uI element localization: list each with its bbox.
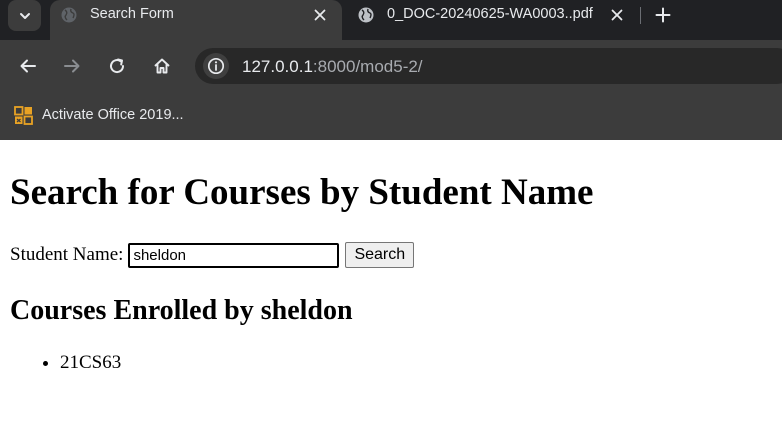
- tab-divider: [640, 7, 641, 24]
- bookmark-label: Activate Office 2019...: [42, 107, 184, 123]
- tab-strip: Search Form 0_DOC-20240625-WA0003..pdf: [0, 0, 782, 40]
- home-icon: [154, 58, 170, 74]
- results-heading: Courses Enrolled by sheldon: [10, 295, 353, 326]
- course-item: 21CS63: [60, 352, 121, 374]
- url-text: 127.0.0.1:8000/mod5-2/: [242, 57, 423, 77]
- page-title: Search for Courses by Student Name: [10, 172, 594, 213]
- arrow-right-icon: [64, 59, 80, 73]
- course-list: 21CS63: [60, 352, 121, 374]
- tab-search-form[interactable]: Search Form: [50, 0, 342, 40]
- student-name-input[interactable]: [128, 242, 340, 268]
- url-path: :8000/mod5-2/: [312, 57, 423, 76]
- student-name-label: Student Name:: [10, 244, 124, 265]
- office-icon: [14, 105, 33, 125]
- globe-icon: [61, 7, 77, 23]
- tab-title: 0_DOC-20240625-WA0003..pdf: [387, 6, 593, 22]
- tab-pdf-document[interactable]: 0_DOC-20240625-WA0003..pdf: [347, 0, 635, 40]
- new-tab-button[interactable]: [653, 5, 673, 25]
- back-button[interactable]: [17, 55, 39, 77]
- page-content: Search for Courses by Student Name Stude…: [0, 140, 782, 437]
- tab-title: Search Form: [90, 6, 174, 22]
- tab-search-button[interactable]: [8, 0, 41, 31]
- bookmarks-bar: Activate Office 2019...: [0, 90, 782, 140]
- address-bar[interactable]: 127.0.0.1:8000/mod5-2/: [195, 48, 782, 84]
- tab-close-button[interactable]: [608, 6, 626, 24]
- globe-icon: [358, 7, 374, 23]
- site-info-button[interactable]: [203, 53, 229, 79]
- search-form: Student Name: Search: [10, 242, 415, 268]
- info-icon: [207, 57, 225, 75]
- bookmark-activate-office[interactable]: Activate Office 2019...: [14, 104, 184, 126]
- search-button[interactable]: Search: [345, 242, 415, 268]
- close-icon: [314, 9, 326, 21]
- url-host: 127.0.0.1: [242, 57, 313, 76]
- forward-button[interactable]: [61, 55, 83, 77]
- browser-toolbar: 127.0.0.1:8000/mod5-2/: [0, 40, 782, 90]
- home-button[interactable]: [151, 55, 173, 77]
- tab-close-button[interactable]: [311, 6, 329, 24]
- arrow-left-icon: [20, 59, 36, 73]
- reload-button[interactable]: [106, 55, 128, 77]
- reload-icon: [110, 58, 125, 74]
- plus-icon: [655, 7, 671, 23]
- close-icon: [611, 9, 623, 21]
- chevron-down-icon: [19, 12, 30, 19]
